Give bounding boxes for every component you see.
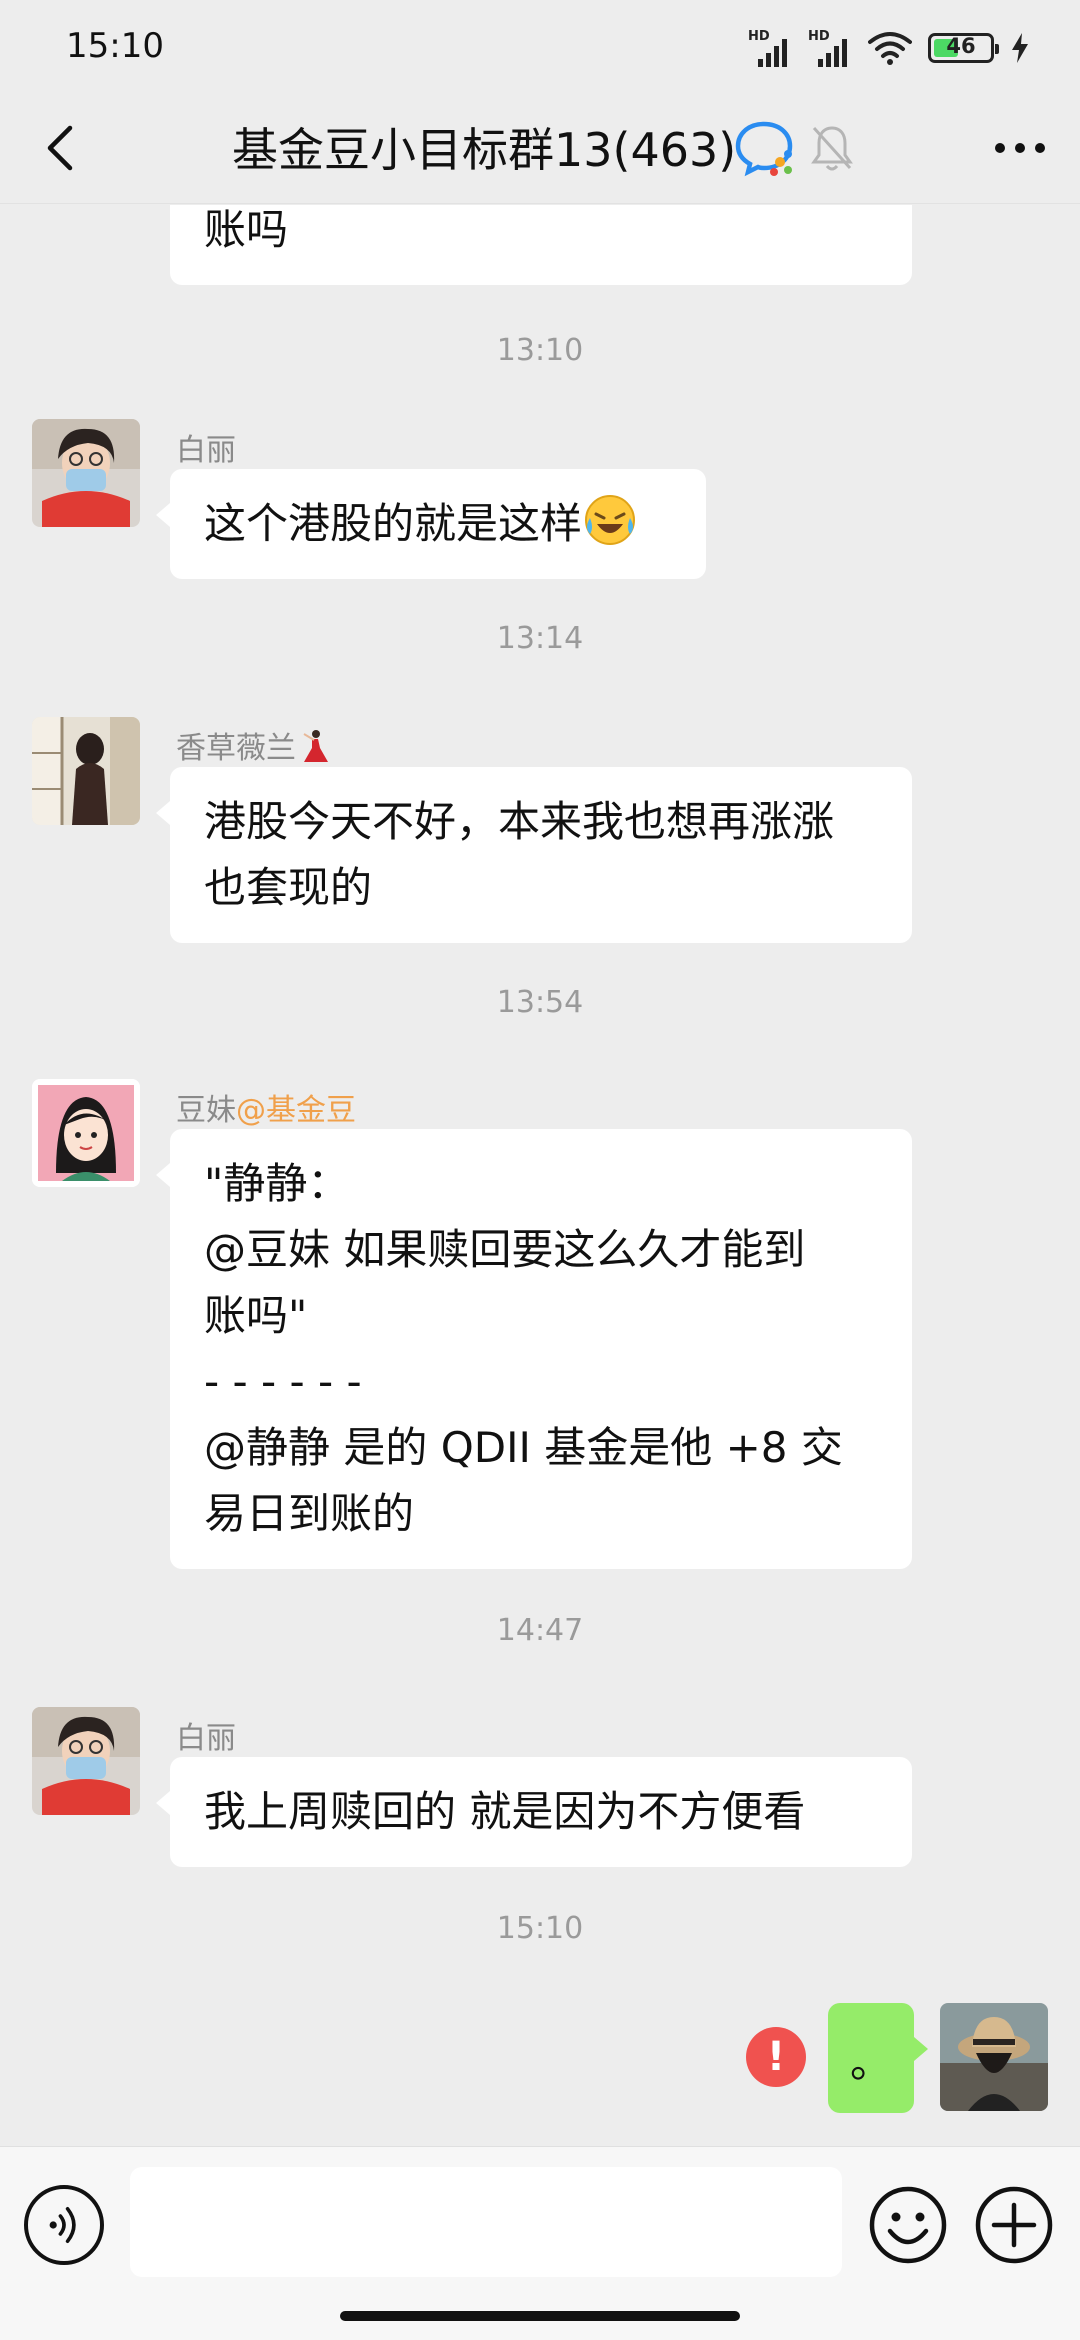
emoji-button-icon[interactable] [866, 2183, 950, 2267]
message-timestamp: 13:54 [496, 985, 584, 1020]
status-bar: 15:10 HD HD 46 [0, 0, 1080, 92]
wifi-icon [868, 32, 912, 65]
avatar[interactable] [32, 1079, 140, 1187]
message-text: 我上周赎回的 就是因为不方便看 [204, 1787, 806, 1836]
message-text-line: 账吗" [204, 1291, 308, 1340]
mute-bell-icon [811, 126, 853, 171]
plus-button-icon[interactable] [972, 2183, 1056, 2267]
message-text-line: 易日到账的 [204, 1489, 415, 1538]
nav-bar: 基金豆小目标群13(463) [0, 92, 1080, 204]
charging-icon [1012, 33, 1028, 63]
avatar[interactable] [32, 717, 140, 825]
enterprise-wechat-icon [735, 121, 793, 177]
battery-level: 46 [946, 34, 976, 58]
message-text-line: @静静 是的 QDII 基金是他 +8 交 [204, 1423, 843, 1472]
page-title: 基金豆小目标群13(463) [232, 123, 737, 177]
message-bubble[interactable]: 港股今天不好，本来我也想再涨涨 也套现的 [156, 767, 912, 943]
chat-area[interactable]: 账吗 13:10 白丽 这个港股的就是这样 13:14 香草薇兰 港股今天不好，… [0, 205, 1080, 2145]
message-text: 账吗 [204, 205, 289, 254]
message-timestamp: 15:10 [496, 1911, 584, 1946]
more-options-button[interactable] [988, 122, 1052, 174]
dancer-emoji-icon [303, 730, 328, 762]
message-text-line: 港股今天不好，本来我也想再涨涨 [204, 797, 835, 846]
laughing-crying-emoji-icon [585, 495, 636, 545]
message-text-line: "静静： [204, 1159, 350, 1208]
avatar[interactable] [32, 1707, 140, 1815]
message-input[interactable] [130, 2167, 842, 2277]
avatar[interactable] [32, 419, 140, 527]
sender-name: 香草薇兰 [176, 723, 332, 767]
message-timestamp: 13:14 [496, 621, 584, 656]
signal-icon: HD [808, 29, 852, 67]
message-text-line: - - - - - - [204, 1357, 362, 1406]
message-bubble[interactable]: 账吗 [170, 205, 912, 285]
status-icons: HD HD 46 [748, 26, 1030, 70]
message-bubble[interactable]: 我上周赎回的 就是因为不方便看 [156, 1757, 912, 1867]
status-time: 15:10 [66, 26, 164, 66]
chat-screen: 15:10 HD HD 46 基金豆小目标群13(463) 账吗 13:10 白… [0, 0, 1080, 2340]
signal-icon: HD [748, 29, 792, 67]
sender-tag: @基金豆 [236, 1093, 356, 1128]
input-bar [0, 2146, 1080, 2340]
message-text-line: @豆妹 如果赎回要这么久才能到 [204, 1225, 806, 1274]
home-indicator[interactable] [340, 2311, 740, 2321]
sender-name: 白丽 [176, 433, 236, 468]
message-bubble[interactable]: 这个港股的就是这样 [156, 469, 706, 579]
sender-name: 豆妹@基金豆 [176, 1093, 356, 1128]
my-message-bubble[interactable]: 。 [828, 2003, 928, 2113]
my-avatar[interactable] [940, 2003, 1048, 2111]
message-text: 这个港股的就是这样 [204, 499, 583, 548]
send-failed-icon[interactable]: ! [746, 2027, 806, 2087]
message-timestamp: 13:10 [496, 333, 584, 368]
message-bubble[interactable]: "静静： @豆妹 如果赎回要这么久才能到 账吗" - - - - - - @静静… [156, 1129, 912, 1569]
back-icon[interactable] [30, 116, 94, 180]
message-timestamp: 14:47 [496, 1613, 584, 1648]
message-text-line: 也套现的 [204, 863, 373, 912]
sender-name: 白丽 [176, 1721, 236, 1756]
voice-input-icon[interactable] [24, 2185, 104, 2265]
battery-icon: 46 [928, 33, 999, 63]
